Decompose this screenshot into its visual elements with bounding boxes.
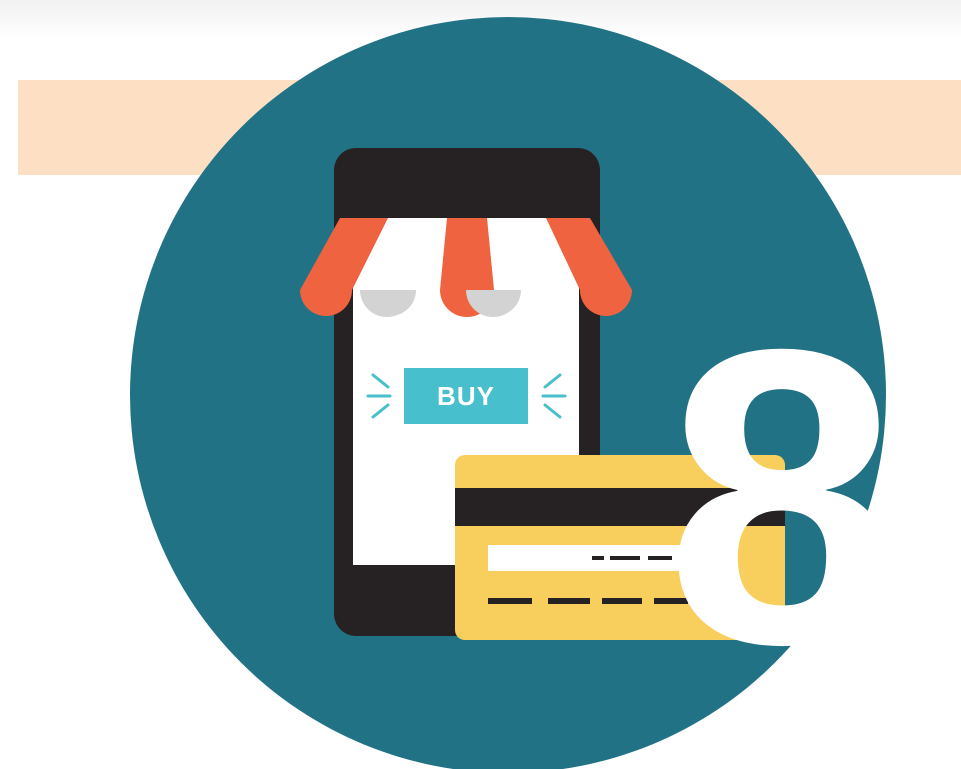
buy-button-label: BUY	[437, 381, 495, 411]
buy-button[interactable]: BUY	[404, 368, 528, 424]
step-number-badge: 8	[665, 263, 899, 732]
shopping-illustration: BUY 8	[0, 0, 961, 769]
step-number: 8	[665, 263, 899, 732]
